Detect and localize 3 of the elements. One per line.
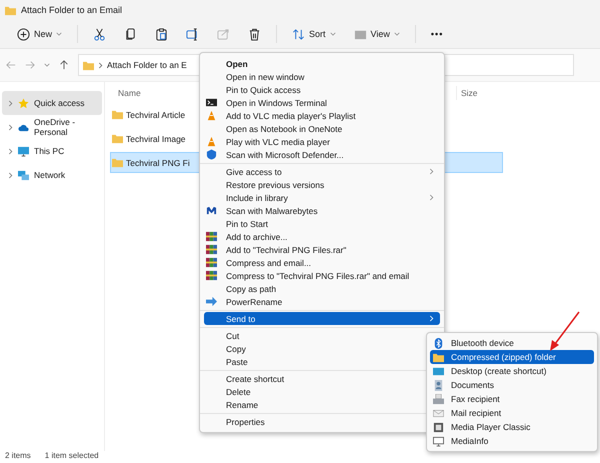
selection-count: 1 item selected	[44, 451, 99, 460]
window-title: Attach Folder to an Email	[21, 5, 122, 15]
item-count: 2 items	[5, 451, 31, 460]
